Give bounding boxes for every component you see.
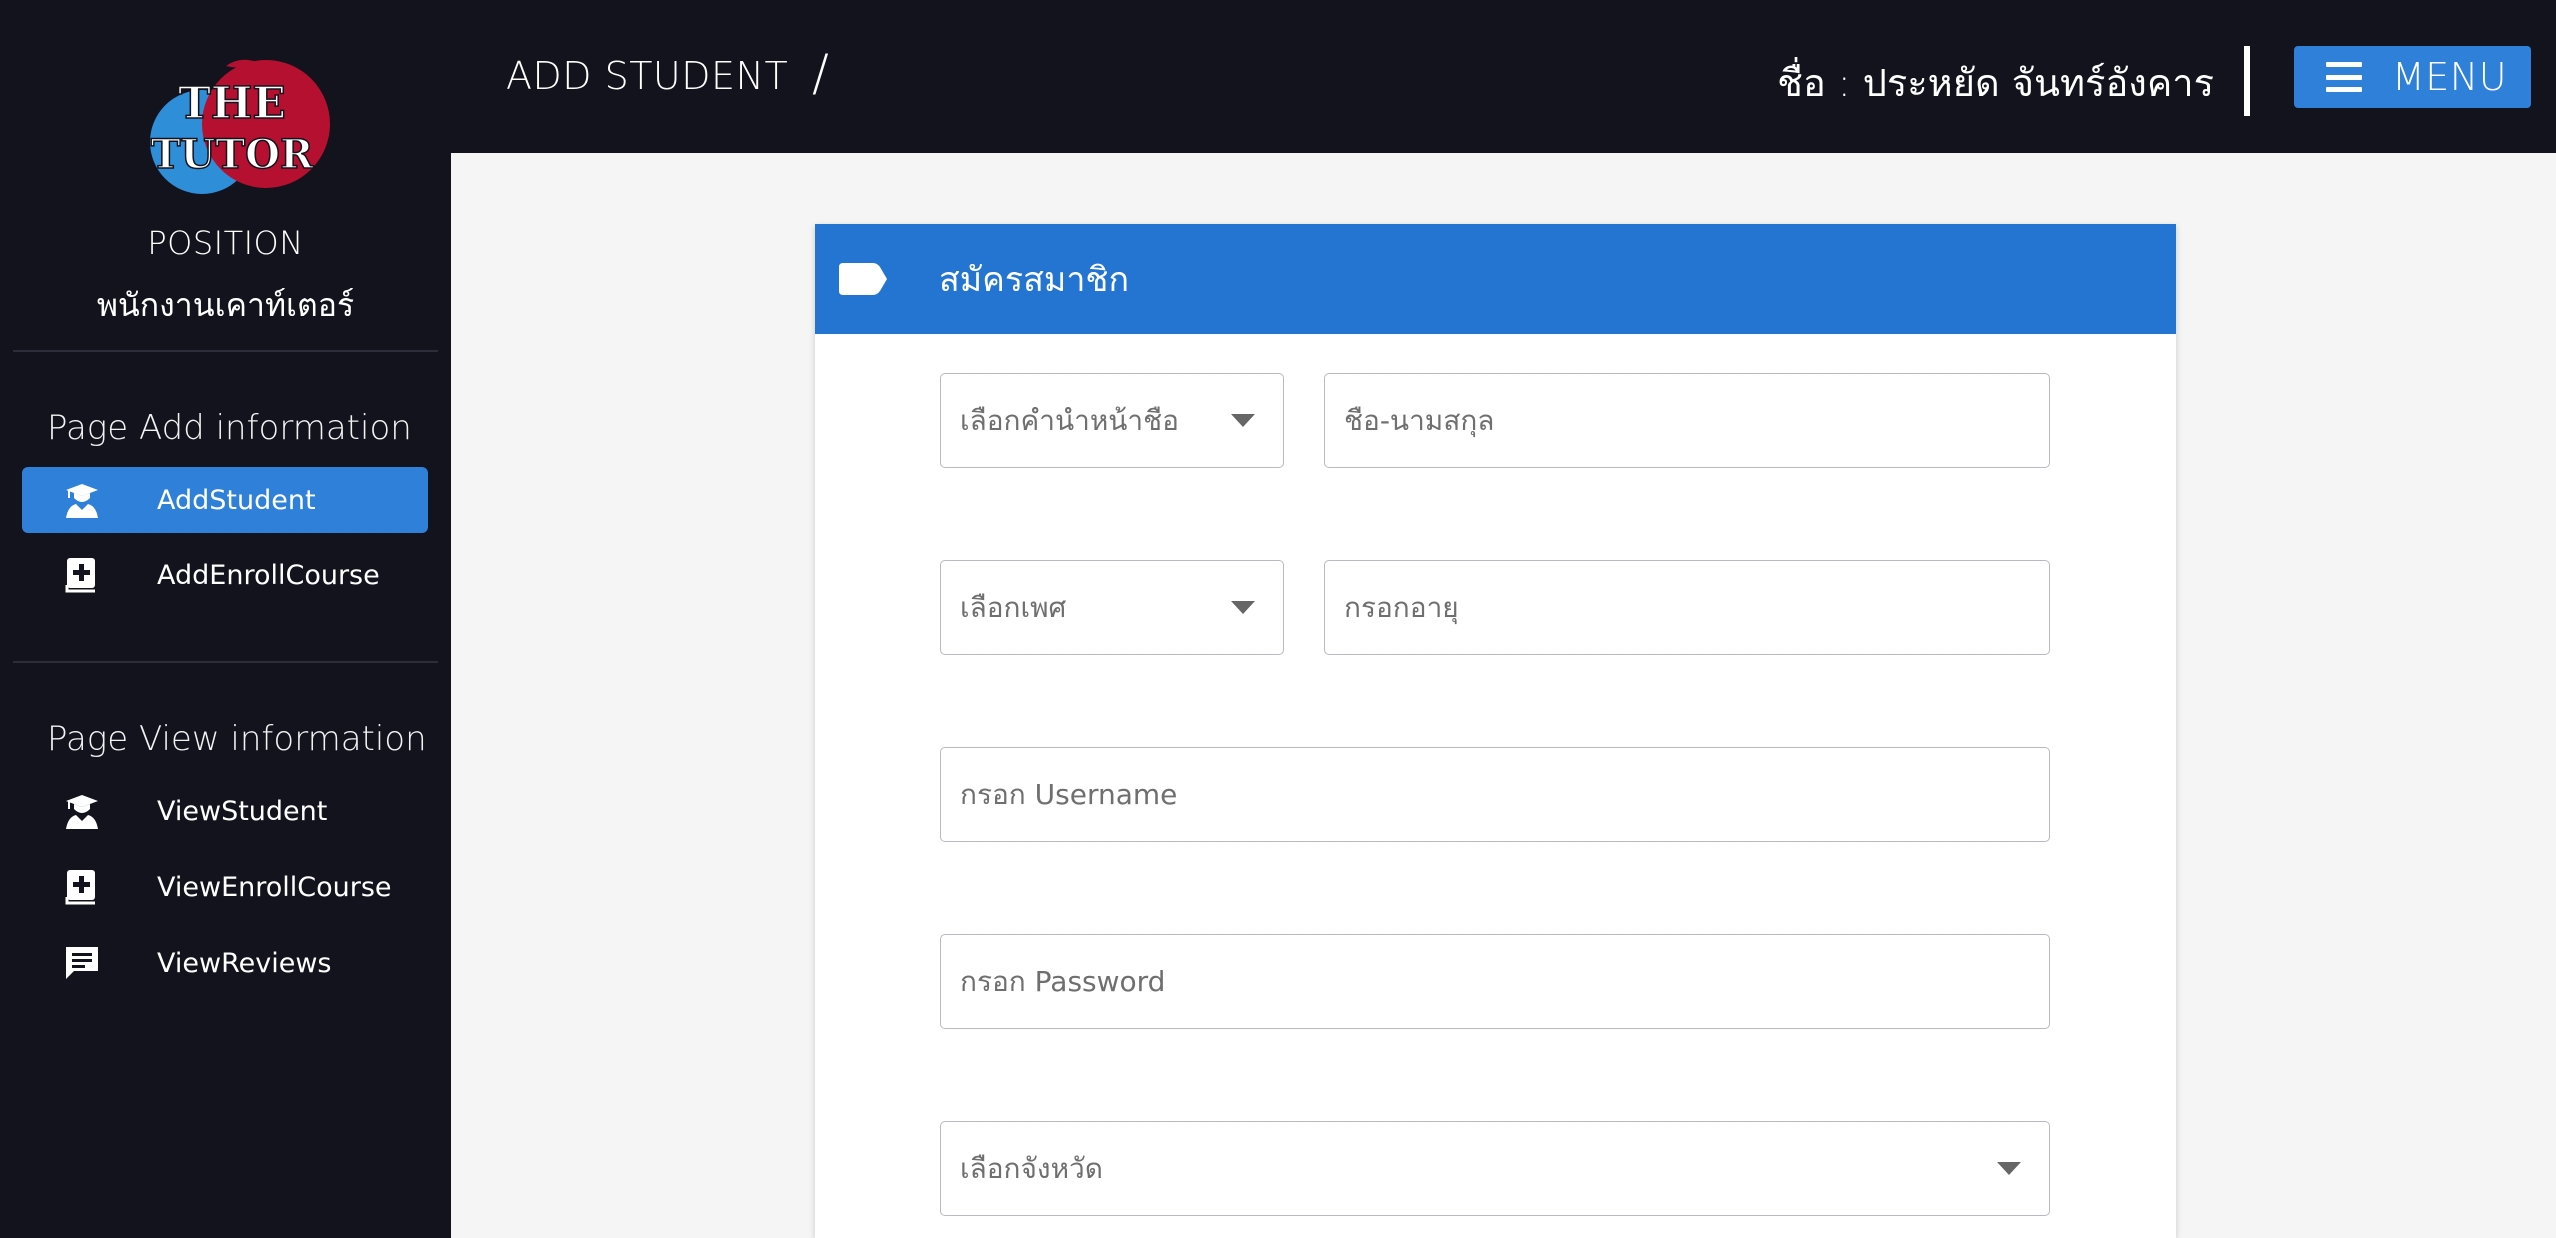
- fullname-placeholder: ชือ-นามสกุล: [1344, 403, 1495, 437]
- menu-label: MENU: [2392, 55, 2508, 99]
- section-title-view: Page View information: [47, 719, 427, 759]
- svg-text:THE: THE: [178, 78, 286, 129]
- user-name: ชื่อ : ประหยัด จันทร์อังคาร: [1777, 61, 2214, 105]
- sidebar-item-label: ViewEnrollCourse: [157, 871, 392, 903]
- menu-button[interactable]: MENU: [2294, 46, 2531, 108]
- prefix-select[interactable]: เลือกคำนำหน้าชือ: [940, 373, 1284, 468]
- add-book-icon: [62, 867, 102, 907]
- age-placeholder: กรอกอายุ: [1344, 590, 1459, 624]
- fullname-input[interactable]: ชือ-นามสกุล: [1324, 373, 2050, 468]
- province-select-value: เลือกจังหวัด: [960, 1151, 1103, 1185]
- sidebar-item-addstudent[interactable]: AddStudent: [22, 467, 428, 533]
- chevron-down-icon: [1997, 1162, 2021, 1175]
- age-input[interactable]: กรอกอายุ: [1324, 560, 2050, 655]
- header-divider: [2244, 46, 2250, 116]
- sidebar-item-addenrollcourse[interactable]: AddEnrollCourse: [22, 542, 428, 608]
- sidebar: THE TUTOR POSITION พนักงานเคาท์เตอร์ Pag…: [0, 0, 451, 1238]
- sidebar-divider: [13, 350, 438, 352]
- password-placeholder: กรอก Password: [960, 964, 1166, 998]
- sidebar-item-viewreviews[interactable]: ViewReviews: [22, 930, 428, 996]
- sidebar-item-label: ViewStudent: [157, 795, 328, 827]
- student-icon: [62, 480, 102, 520]
- chevron-down-icon: [1231, 414, 1255, 427]
- label-icon: [839, 263, 887, 295]
- top-header: ADD STUDENT / ชื่อ : ประหยัด จันทร์อังคา…: [451, 0, 2556, 153]
- hamburger-icon: [2326, 62, 2362, 92]
- page-title: ADD STUDENT: [506, 54, 789, 98]
- gender-select-value: เลือกเพศ: [960, 590, 1067, 624]
- the-tutor-logo: THE TUTOR: [128, 56, 336, 198]
- sidebar-item-viewstudent[interactable]: ViewStudent: [22, 778, 428, 844]
- position-title: POSITION: [147, 224, 304, 262]
- card-header: สมัครสมาชิก: [815, 224, 2176, 334]
- breadcrumb-separator: /: [812, 44, 829, 102]
- chevron-down-icon: [1231, 601, 1255, 614]
- sidebar-item-label: AddEnrollCourse: [157, 559, 380, 591]
- username-input[interactable]: กรอก Username: [940, 747, 2050, 842]
- add-book-icon: [62, 555, 102, 595]
- prefix-select-value: เลือกคำนำหน้าชือ: [960, 403, 1179, 437]
- section-title-add: Page Add information: [47, 408, 412, 448]
- sidebar-item-label: ViewReviews: [157, 947, 332, 979]
- username-placeholder: กรอก Username: [960, 777, 1178, 811]
- sidebar-item-label: AddStudent: [157, 484, 316, 516]
- sidebar-divider: [13, 661, 438, 663]
- position-name: พนักงานเคาท์เตอร์: [96, 286, 355, 324]
- svg-text:TUTOR: TUTOR: [151, 131, 314, 178]
- province-select[interactable]: เลือกจังหวัด: [940, 1121, 2050, 1216]
- sidebar-item-viewenrollcourse[interactable]: ViewEnrollCourse: [22, 854, 428, 920]
- student-icon: [62, 791, 102, 831]
- message-icon: [62, 943, 102, 983]
- register-card: สมัครสมาชิก เลือกคำนำหน้าชือ ชือ-นามสกุล…: [815, 224, 2176, 1238]
- card-title: สมัครสมาชิก: [939, 260, 1130, 300]
- gender-select[interactable]: เลือกเพศ: [940, 560, 1284, 655]
- password-input[interactable]: กรอก Password: [940, 934, 2050, 1029]
